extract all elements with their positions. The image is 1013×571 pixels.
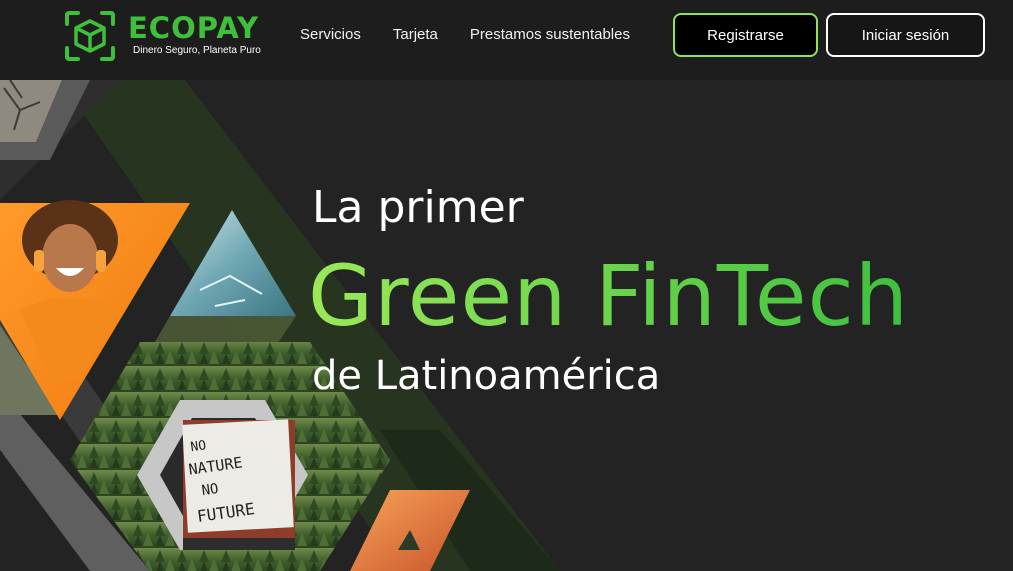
- top-navbar: ECOPAY Dinero Seguro, Planeta Puro Servi…: [0, 0, 1013, 80]
- svg-text:NO: NO: [201, 481, 220, 499]
- login-button[interactable]: Iniciar sesión: [826, 13, 985, 57]
- register-button[interactable]: Registrarse: [673, 13, 818, 57]
- nav-link-servicios[interactable]: Servicios: [300, 25, 361, 45]
- headline-green-fintech: Green FinTech: [308, 247, 909, 345]
- brand-logo[interactable]: ECOPAY Dinero Seguro, Planeta Puro: [64, 10, 274, 62]
- hero-section: NO NATURE NO FUTURE La primer Green FinT…: [0, 80, 1013, 571]
- cube-box-icon: [65, 11, 115, 61]
- brand-slogan: Dinero Seguro, Planeta Puro: [133, 45, 261, 56]
- headline-line-1: La primer: [312, 182, 524, 233]
- svg-text:NO: NO: [190, 438, 208, 455]
- nav-link-tarjeta[interactable]: Tarjeta: [393, 25, 438, 45]
- headline-line-3: de Latinoamérica: [312, 353, 661, 399]
- protest-sign-image: NO NATURE NO FUTURE: [182, 419, 295, 550]
- nav-link-prestamos-sustentables[interactable]: Prestamos sustentables: [470, 25, 630, 45]
- brand-name: ECOPAY: [128, 11, 260, 45]
- main-nav: Servicios Tarjeta Prestamos sustentables: [300, 25, 662, 45]
